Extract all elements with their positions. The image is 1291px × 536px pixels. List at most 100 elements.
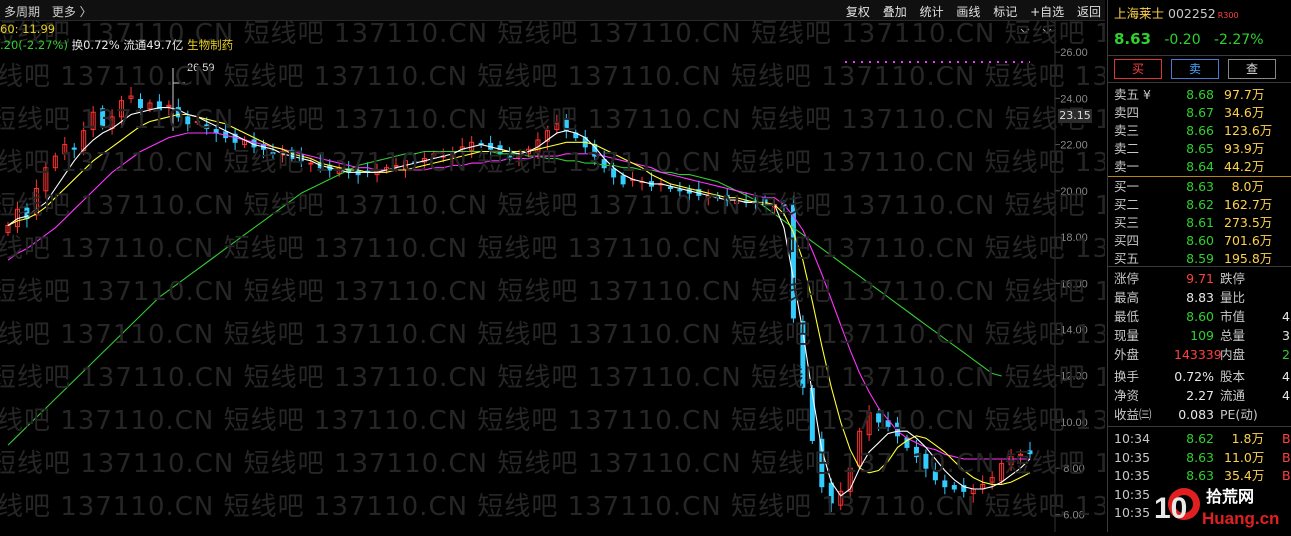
more-button[interactable]: 更多 〉 <box>52 5 92 19</box>
asks-row[interactable]: 卖四 8.67 34.6万 <box>1114 104 1291 121</box>
asks-row[interactable]: 卖五 ¥ 8.68 97.7万 <box>1114 86 1291 103</box>
bid-ask-divider <box>1108 176 1291 177</box>
statistics-button[interactable]: 统计 <box>920 5 944 19</box>
ma60-value: 60: 11.99 <box>0 22 56 36</box>
bids-label: 买二 <box>1114 197 1140 212</box>
kline-chart-area[interactable]: 6.00 8.00 10.00 12.00 14.00 16.00 18.00 20.00 22… <box>0 21 1105 532</box>
tick-time: 10:35 <box>1114 486 1151 502</box>
stock-code: 002252 <box>1168 6 1216 21</box>
asks-volume: 34.6万 <box>1224 105 1265 120</box>
candle-body <box>601 159 607 169</box>
stock-name: 上海莱士 <box>1114 6 1165 21</box>
candle-body <box>355 170 361 176</box>
stat-label: 外盘 <box>1114 347 1140 362</box>
candle-body <box>667 186 673 190</box>
stat-label-2: PE(动) <box>1220 407 1258 422</box>
stat-row: 现量 109 总量 35 <box>1114 327 1291 344</box>
stat-value: 8.60 <box>1186 309 1214 324</box>
candle-body <box>913 446 919 458</box>
logo-en: Huang.cn <box>1202 509 1279 528</box>
divider <box>1108 82 1291 83</box>
back-button[interactable]: 返回 <box>1077 5 1101 19</box>
trade-buttons: 买 卖 查 <box>1114 59 1281 79</box>
chevron-down-icon <box>1020 28 1052 34</box>
divider <box>1108 266 1291 267</box>
tick-price: 8.62 <box>1186 431 1214 446</box>
kline-chart[interactable]: 6.00 8.00 10.00 12.00 14.00 16.00 18.00 20.00 22… <box>0 21 1105 532</box>
candle-body <box>677 189 683 192</box>
candle-body <box>137 99 143 109</box>
bids-label: 买三 <box>1114 215 1140 230</box>
draw-line-button[interactable]: 画线 <box>956 5 980 19</box>
candle-body <box>951 485 957 490</box>
y-tick-label: 18.00 <box>1060 232 1088 244</box>
change-text: .20(-2.27%) <box>0 38 68 52</box>
buy-button[interactable]: 买 <box>1114 59 1162 79</box>
stat-label: 最低 <box>1114 309 1140 324</box>
asks-volume: 44.2万 <box>1224 159 1265 174</box>
tick-time: 10:35 <box>1114 449 1151 465</box>
stat-row: 最低 8.60 市值 42 <box>1114 308 1291 325</box>
turnover-text: 换0.72% <box>71 38 120 52</box>
chart-toolbar: 多周期 更多 〉 复权 叠加 统计 画线 标记 +自选 返回 <box>0 0 1105 21</box>
sell-button[interactable]: 卖 <box>1170 59 1219 79</box>
multi-period-button[interactable]: 多周期 <box>4 5 40 19</box>
bids-volume: 162.7万 <box>1224 197 1273 212</box>
bids-price: 8.61 <box>1186 215 1214 230</box>
bids-row[interactable]: 买二 8.62 162.7万 <box>1114 196 1291 213</box>
mark-button[interactable]: 标记 <box>993 5 1017 19</box>
bids-row[interactable]: 买一 8.63 8.0万 <box>1114 178 1291 195</box>
stat-label-2: 量比 <box>1220 290 1246 305</box>
tick-time: 10:35 <box>1114 468 1151 483</box>
bids-row[interactable]: 买五 8.59 195.8万 <box>1114 250 1291 267</box>
restore-right-button[interactable]: 复权 <box>846 5 870 19</box>
stat-value: 2.27 <box>1186 388 1214 403</box>
stat-row: 涨停 9.71 跌停 <box>1114 270 1291 287</box>
stat-value-2: 21 <box>1282 347 1291 362</box>
stat-label: 涨停 <box>1114 271 1140 286</box>
y-tick-label: 24.00 <box>1060 93 1088 105</box>
y-tick-label: 8.00 <box>1063 463 1084 475</box>
bids-volume: 195.8万 <box>1224 251 1273 266</box>
float-text: 流通49.7亿 <box>123 38 184 52</box>
asks-row[interactable]: 卖二 8.65 93.9万 <box>1114 140 1291 157</box>
stat-label-2: 总量 <box>1220 328 1246 343</box>
candle-body <box>620 175 626 185</box>
ma60-line <box>7 150 1002 446</box>
stat-label: 最高 <box>1114 290 1140 305</box>
asks-volume: 123.6万 <box>1224 123 1273 138</box>
bids-price: 8.60 <box>1186 233 1214 248</box>
stat-row: 收益㈢ 0.083 PE(动) <box>1114 406 1291 423</box>
candle-body <box>270 152 276 155</box>
tick-time: 10:35 <box>1114 505 1151 520</box>
asks-price: 8.65 <box>1186 141 1214 156</box>
bids-row[interactable]: 买四 8.60 701.6万 <box>1114 232 1291 249</box>
stat-label-2: 流通 <box>1220 388 1246 403</box>
bids-label: 买一 <box>1114 179 1140 194</box>
asks-label: 卖四 <box>1114 105 1140 120</box>
query-button[interactable]: 查 <box>1227 59 1276 79</box>
candle-body <box>923 453 929 469</box>
candle-body <box>156 101 162 111</box>
candle-body <box>790 204 796 319</box>
stat-row: 换手 0.72% 股本 4 <box>1114 368 1291 385</box>
sector-text[interactable]: 生物制药 <box>187 38 233 52</box>
current-axis-value: 23.15 <box>1058 109 1092 123</box>
asks-row[interactable]: 卖三 8.66 123.6万 <box>1114 122 1291 139</box>
overlay-button[interactable]: 叠加 <box>883 5 907 19</box>
candle-body <box>194 120 200 123</box>
candle-body <box>876 413 882 423</box>
tick-row: 10:34 8.62 1.8万 B <box>1114 430 1291 447</box>
asks-row[interactable]: 卖一 8.64 44.2万 <box>1114 158 1291 175</box>
candle-body <box>100 108 106 127</box>
add-watchlist-button[interactable]: +自选 <box>1030 5 1064 19</box>
bids-price: 8.63 <box>1186 179 1214 194</box>
divider <box>1108 55 1291 56</box>
bids-label: 买五 <box>1114 251 1140 266</box>
asks-price: 8.64 <box>1186 159 1214 174</box>
ma10-line <box>7 113 1031 485</box>
bids-row[interactable]: 买三 8.61 273.5万 <box>1114 214 1291 231</box>
asks-volume: 93.9万 <box>1224 141 1265 156</box>
site-logo: 10 拾荒网 Huang.cn <box>1154 487 1279 528</box>
asks-price: 8.67 <box>1186 105 1214 120</box>
